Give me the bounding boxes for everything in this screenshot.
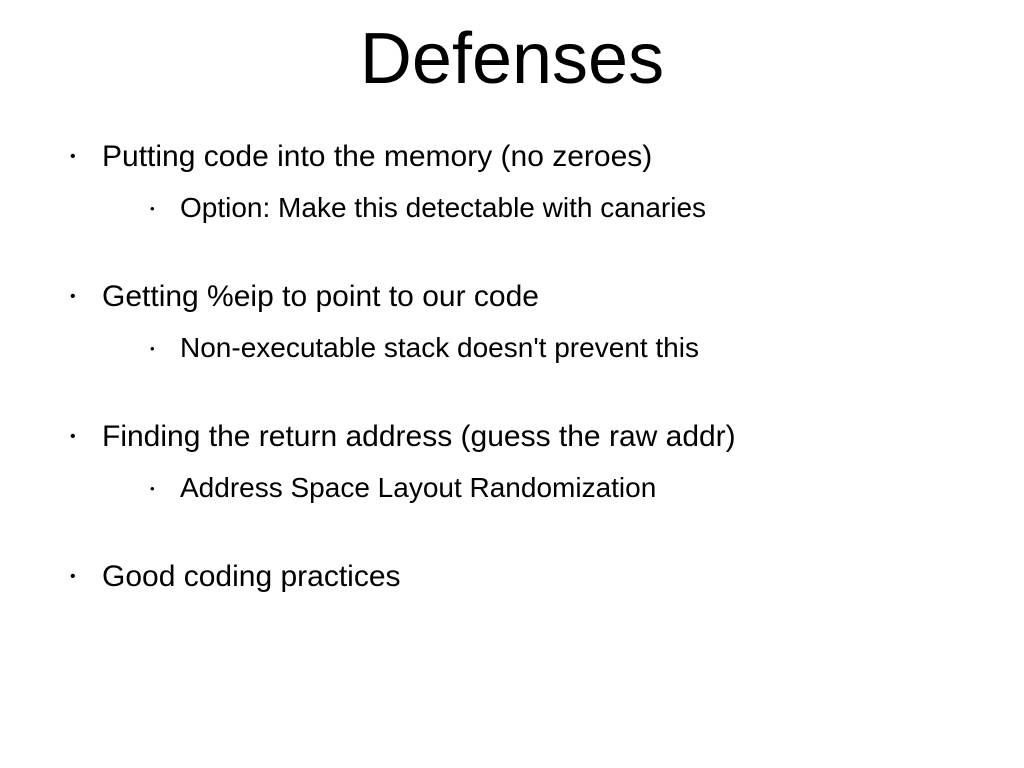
bullet-text: Good coding practices [102, 560, 401, 593]
sub-bullet-list: Non-executable stack doesn't prevent thi… [102, 314, 964, 404]
bullet-item: Finding the return address (guess the ra… [60, 420, 964, 544]
sub-bullet-list: Address Space Layout Randomization [102, 454, 964, 544]
bullet-list: Putting code into the memory (no zeroes)… [60, 140, 964, 594]
sub-bullet-text: Address Space Layout Randomization [180, 472, 656, 503]
bullet-text: Finding the return address (guess the ra… [102, 420, 736, 453]
bullet-item: Putting code into the memory (no zeroes)… [60, 140, 964, 264]
slide: Defenses Putting code into the memory (n… [0, 0, 1024, 768]
bullet-item: Good coding practices [60, 560, 964, 594]
sub-bullet-list: Option: Make this detectable with canari… [102, 174, 964, 264]
slide-content: Putting code into the memory (no zeroes)… [0, 100, 1024, 594]
bullet-text: Getting %eip to point to our code [102, 280, 539, 313]
sub-bullet-text: Option: Make this detectable with canari… [180, 192, 706, 223]
bullet-text: Putting code into the memory (no zeroes) [102, 140, 652, 173]
sub-bullet-item: Address Space Layout Randomization [102, 472, 964, 504]
bullet-item: Getting %eip to point to our code Non-ex… [60, 280, 964, 404]
sub-bullet-item: Non-executable stack doesn't prevent thi… [102, 332, 964, 364]
sub-bullet-item: Option: Make this detectable with canari… [102, 192, 964, 224]
sub-bullet-text: Non-executable stack doesn't prevent thi… [180, 332, 699, 363]
slide-title: Defenses [0, 0, 1024, 100]
